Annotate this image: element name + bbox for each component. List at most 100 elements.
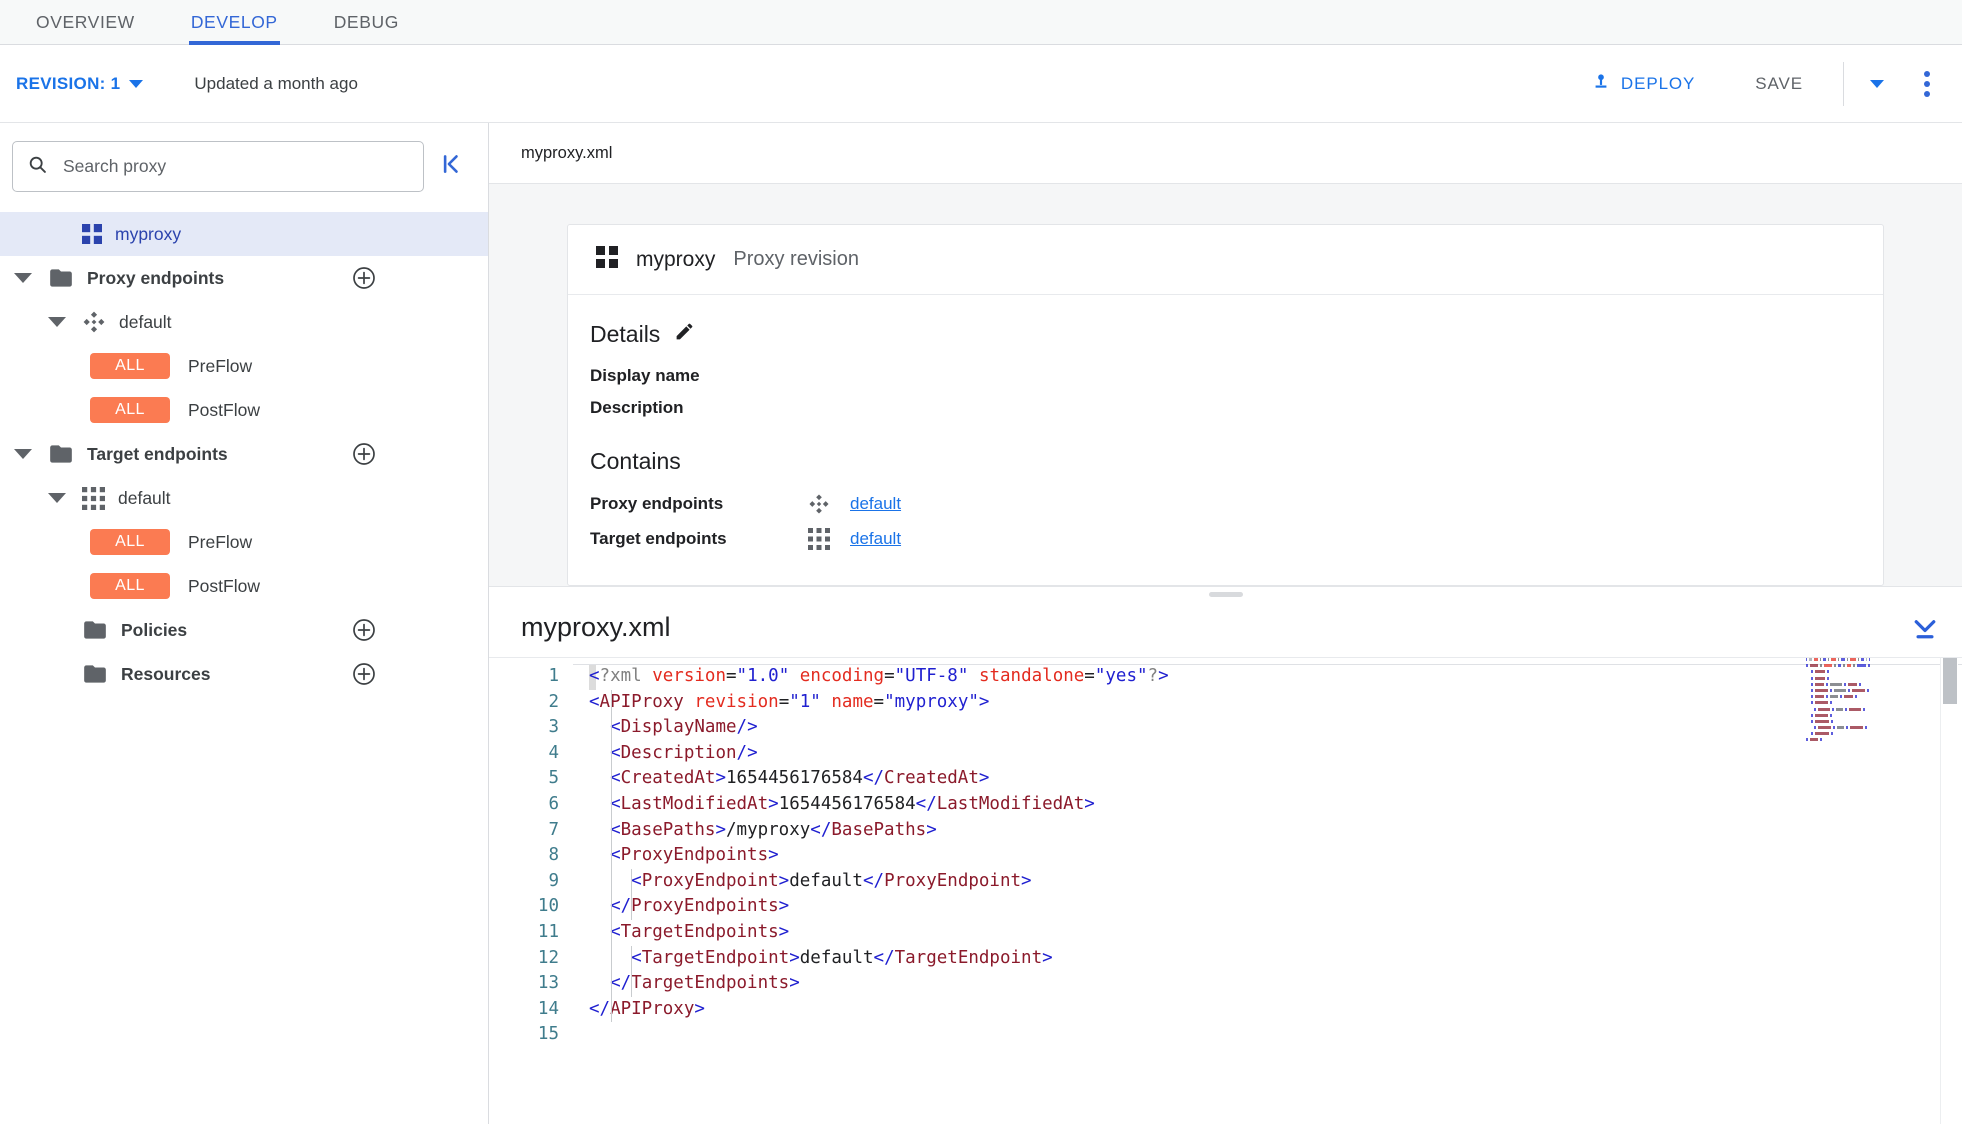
line-number: 10 bbox=[537, 896, 559, 917]
proxy-endpoint-icon bbox=[82, 310, 106, 334]
method-chip: ALL bbox=[90, 353, 170, 379]
indent-guide bbox=[611, 689, 612, 1023]
editor-panel: myproxy.xml myproxy Proxy revision Detai… bbox=[489, 123, 1962, 1124]
code-line[interactable]: <CreatedAt>1654456176584</CreatedAt> bbox=[573, 766, 1962, 792]
method-chip: ALL bbox=[90, 529, 170, 555]
method-chip: ALL bbox=[90, 573, 170, 599]
card-title: myproxy bbox=[636, 247, 716, 271]
deploy-icon bbox=[1591, 71, 1611, 96]
details-scroll-area: myproxy Proxy revision Details Display n… bbox=[489, 184, 1962, 586]
add-item-button[interactable] bbox=[352, 618, 376, 642]
code-line[interactable]: <ProxyEndpoints> bbox=[573, 843, 1962, 869]
tree-item-proxy-endpoints[interactable]: Proxy endpoints bbox=[0, 256, 488, 300]
tree-item-policies[interactable]: Policies bbox=[0, 608, 488, 652]
scrollbar-thumb[interactable] bbox=[1943, 658, 1957, 704]
code-line[interactable] bbox=[573, 1022, 1962, 1048]
editor-collapse-button[interactable] bbox=[1910, 613, 1940, 643]
collapse-panel-button[interactable] bbox=[424, 151, 476, 182]
editor-scrollbar[interactable] bbox=[1940, 658, 1958, 1124]
line-number: 2 bbox=[548, 691, 559, 712]
breadcrumb: myproxy.xml bbox=[489, 123, 1962, 184]
edit-pencil-icon[interactable] bbox=[674, 321, 695, 348]
revision-selector[interactable]: REVISION: 1 bbox=[10, 70, 149, 98]
add-item-button[interactable] bbox=[352, 442, 376, 466]
contains-heading: Contains bbox=[590, 448, 1853, 475]
expand-twisty-icon[interactable] bbox=[48, 317, 66, 327]
save-button[interactable]: SAVE bbox=[1737, 64, 1821, 104]
more-options-button[interactable] bbox=[1906, 63, 1944, 105]
expand-twisty-icon[interactable] bbox=[14, 273, 32, 283]
tree-item-resources[interactable]: Resources bbox=[0, 652, 488, 696]
code-line[interactable]: <Description/> bbox=[573, 741, 1962, 767]
card-header: myproxy Proxy revision bbox=[568, 225, 1883, 295]
proxy-tree: myproxy Proxy endpoints default ALL PreFlow A… bbox=[0, 208, 488, 696]
line-number: 12 bbox=[537, 947, 559, 968]
proxy-explorer-panel: myproxyProxy endpointsdefaultALLPreFlowA… bbox=[0, 123, 489, 1124]
action-buttons: DEPLOY SAVE bbox=[1577, 45, 1944, 122]
contains-row-target-endpoints: Target endpoints default bbox=[590, 528, 1853, 550]
save-menu-button[interactable] bbox=[1848, 70, 1906, 98]
tab-develop[interactable]: DEVELOP bbox=[163, 0, 306, 45]
tree-item-label: default bbox=[118, 487, 171, 508]
tree-item-target-endpoints[interactable]: Target endpoints bbox=[0, 432, 488, 476]
expand-twisty-icon[interactable] bbox=[14, 449, 32, 459]
code-line[interactable]: <DisplayName/> bbox=[573, 715, 1962, 741]
tree-item-myproxy[interactable]: myproxy bbox=[0, 212, 488, 256]
tree-item-preflow[interactable]: ALL PreFlow bbox=[0, 344, 488, 388]
tree-item-postflow[interactable]: ALL PostFlow bbox=[0, 564, 488, 608]
indent-guide bbox=[631, 868, 632, 920]
splitter-grip-icon bbox=[1208, 591, 1243, 597]
add-item-button[interactable] bbox=[352, 662, 376, 686]
code-line[interactable]: </ProxyEndpoints> bbox=[573, 894, 1962, 920]
add-item-button[interactable] bbox=[352, 266, 376, 290]
panel-splitter[interactable] bbox=[489, 586, 1962, 599]
line-number: 11 bbox=[537, 921, 559, 942]
tree-item-label: myproxy bbox=[115, 223, 182, 244]
tree-item-preflow[interactable]: ALL PreFlow bbox=[0, 520, 488, 564]
tree-item-postflow[interactable]: ALL PostFlow bbox=[0, 388, 488, 432]
target-endpoint-default-link[interactable]: default bbox=[850, 529, 901, 549]
dot-1-icon bbox=[1924, 70, 1930, 77]
tree-item-label: Target endpoints bbox=[87, 443, 228, 464]
line-number: 4 bbox=[548, 742, 559, 763]
dot-2-icon bbox=[1924, 80, 1930, 87]
line-number: 14 bbox=[537, 998, 559, 1019]
last-updated-text: Updated a month ago bbox=[194, 73, 358, 93]
code-line[interactable]: <?xml version="1.0" encoding="UTF-8" sta… bbox=[573, 664, 1962, 690]
deploy-button[interactable]: DEPLOY bbox=[1577, 61, 1709, 106]
expand-twisty-icon[interactable] bbox=[48, 493, 66, 503]
code-line[interactable]: </TargetEndpoints> bbox=[573, 971, 1962, 997]
tab-develop-label: DEVELOP bbox=[190, 11, 278, 32]
editor-header: myproxy.xml bbox=[489, 599, 1962, 657]
code-line[interactable]: </APIProxy> bbox=[573, 997, 1962, 1023]
tree-item-label: Proxy endpoints bbox=[87, 267, 225, 288]
display-name-label: Display name bbox=[590, 366, 700, 385]
tree-item-default[interactable]: default bbox=[0, 300, 488, 344]
code-line[interactable]: <APIProxy revision="1" name="myproxy"> bbox=[573, 690, 1962, 716]
tree-item-label: Resources bbox=[121, 663, 211, 684]
code-line[interactable]: <LastModifiedAt>1654456176584</LastModif… bbox=[573, 792, 1962, 818]
breadcrumb-file-label: myproxy.xml bbox=[521, 143, 613, 162]
folder-icon bbox=[48, 441, 74, 467]
tab-overview[interactable]: OVERVIEW bbox=[8, 0, 163, 44]
tree-item-default[interactable]: default bbox=[0, 476, 488, 520]
code-line[interactable]: <TargetEndpoints> bbox=[573, 920, 1962, 946]
code-content[interactable]: <?xml version="1.0" encoding="UTF-8" sta… bbox=[573, 658, 1962, 1124]
code-line[interactable]: <TargetEndpoint>default</TargetEndpoint> bbox=[573, 946, 1962, 972]
code-editor[interactable]: 1 2 3 4 5 6 7 8 9 10 11 12 13 14 15 <?xml version="1.0… bbox=[489, 657, 1962, 1124]
search-box[interactable] bbox=[12, 141, 424, 192]
code-line[interactable]: <BasePaths>/myproxy</BasePaths> bbox=[573, 818, 1962, 844]
deploy-label: DEPLOY bbox=[1620, 73, 1696, 93]
search-input[interactable] bbox=[61, 155, 409, 178]
folder-icon bbox=[82, 661, 108, 687]
tab-debug[interactable]: DEBUG bbox=[306, 0, 427, 44]
line-number: 3 bbox=[548, 717, 559, 738]
folder-icon bbox=[48, 265, 74, 291]
collapse-left-icon bbox=[437, 151, 463, 182]
code-line[interactable]: <ProxyEndpoint>default</ProxyEndpoint> bbox=[573, 869, 1962, 895]
proxy-endpoint-default-link[interactable]: default bbox=[850, 494, 901, 514]
tab-overview-label: OVERVIEW bbox=[36, 11, 135, 32]
contains-row-proxy-endpoints: Proxy endpoints default bbox=[590, 493, 1853, 515]
grid-4-icon bbox=[82, 224, 102, 244]
card-body: Details Display name Description Contain… bbox=[568, 295, 1883, 550]
